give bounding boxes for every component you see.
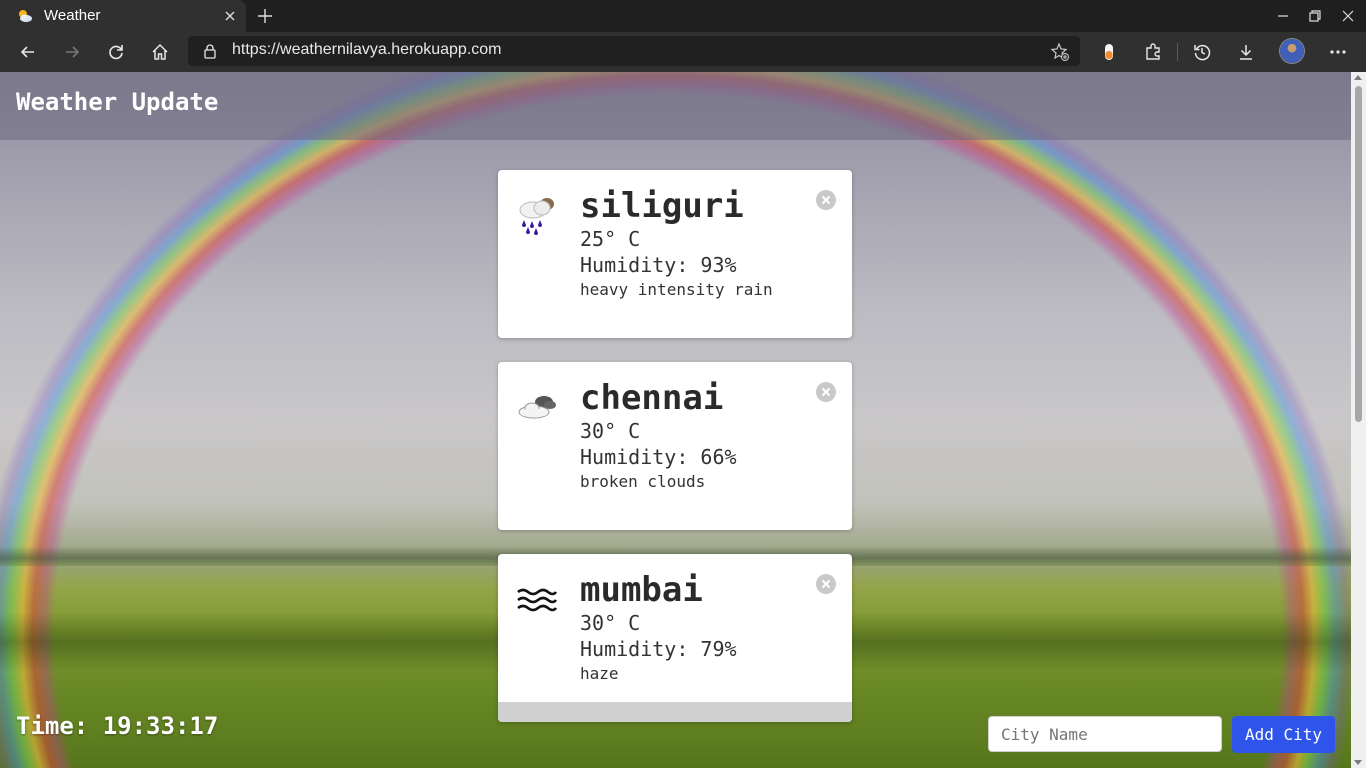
humidity: Humidity: 66% — [580, 445, 737, 469]
weather-description: broken clouds — [580, 472, 706, 491]
card-list-scrollbar[interactable] — [498, 702, 852, 722]
weather-card: mumbai 30° C Humidity: 79% haze — [498, 554, 852, 722]
toolbar-separator — [1177, 43, 1178, 61]
temperature: 30° C — [580, 419, 641, 443]
lock-icon[interactable] — [202, 43, 218, 59]
close-window-icon[interactable] — [1340, 8, 1356, 24]
page-header: Weather Update — [0, 72, 1351, 140]
humidity: Humidity: 79% — [580, 637, 737, 661]
add-city-button[interactable]: Add City — [1232, 716, 1335, 753]
scroll-up-arrow-icon[interactable] — [1354, 75, 1362, 80]
close-icon — [821, 195, 831, 205]
city-name: siliguri — [580, 186, 744, 226]
more-options-icon[interactable] — [1328, 42, 1348, 62]
city-name-input[interactable] — [988, 716, 1222, 752]
profile-avatar[interactable] — [1280, 39, 1304, 63]
scrollbar-thumb[interactable] — [1355, 86, 1362, 422]
extensions-puzzle-icon[interactable] — [1143, 42, 1163, 62]
browser-toolbar: https://weathernilavya.herokuapp.com — [0, 32, 1366, 72]
add-favorite-icon[interactable] — [1050, 42, 1070, 62]
close-icon — [821, 579, 831, 589]
forward-icon[interactable] — [62, 42, 82, 62]
new-tab-icon[interactable] — [256, 7, 274, 25]
tab-close-icon[interactable] — [222, 8, 238, 24]
home-icon[interactable] — [150, 42, 170, 62]
browser-tab[interactable]: Weather — [0, 0, 246, 32]
restore-icon[interactable] — [1307, 8, 1323, 24]
tab-title: Weather — [44, 7, 101, 24]
heavy-rain-icon — [519, 198, 554, 235]
page-scrollbar[interactable] — [1351, 72, 1366, 768]
history-icon[interactable] — [1192, 42, 1212, 62]
humidity: Humidity: 93% — [580, 253, 737, 277]
weather-description: heavy intensity rain — [580, 280, 773, 299]
address-bar[interactable]: https://weathernilavya.herokuapp.com — [188, 36, 1080, 66]
page-title: Weather Update — [16, 88, 219, 116]
url-text[interactable]: https://weathernilavya.herokuapp.com — [232, 41, 501, 59]
extension-icon[interactable] — [1099, 42, 1119, 62]
back-icon[interactable] — [18, 42, 38, 62]
weather-card: chennai 30° C Humidity: 66% broken cloud… — [498, 362, 852, 530]
minimize-icon[interactable] — [1275, 8, 1291, 24]
temperature: 30° C — [580, 611, 641, 635]
broken-clouds-icon — [518, 396, 556, 419]
city-name: mumbai — [580, 570, 703, 610]
scroll-down-arrow-icon[interactable] — [1354, 760, 1362, 765]
temperature: 25° C — [580, 227, 641, 251]
weather-card: siliguri 25° C Humidity: 93% heavy inten… — [498, 170, 852, 338]
weather-description: haze — [580, 664, 619, 683]
city-name: chennai — [580, 378, 724, 418]
remove-card-button[interactable] — [816, 190, 836, 210]
close-icon — [821, 387, 831, 397]
weather-page: Weather Update siliguri 25° C Humidity: … — [0, 72, 1351, 768]
remove-card-button[interactable] — [816, 382, 836, 402]
current-time: Time: 19:33:17 — [16, 712, 219, 740]
refresh-icon[interactable] — [106, 42, 126, 62]
remove-card-button[interactable] — [816, 574, 836, 594]
weather-favicon-icon — [19, 10, 32, 23]
browser-tab-strip: Weather — [0, 0, 1366, 32]
haze-icon — [517, 588, 558, 612]
downloads-icon[interactable] — [1236, 42, 1256, 62]
